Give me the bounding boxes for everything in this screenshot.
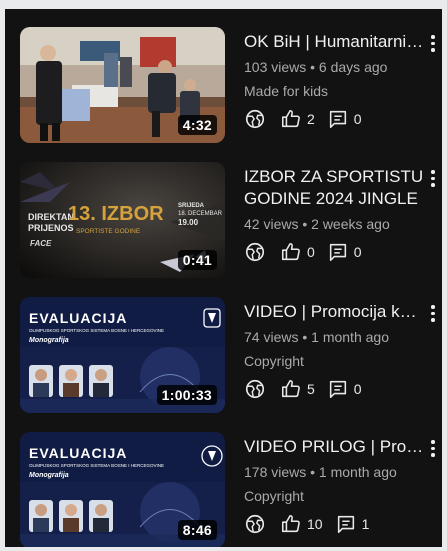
thumb-headline: EVALUACIJA [29, 310, 127, 326]
video-title[interactable]: OK BiH | Humanitarni koncert [244, 31, 424, 53]
video-duration: 1:00:33 [156, 385, 217, 405]
globe-icon [245, 109, 265, 129]
video-stats: 0 0 [244, 240, 424, 264]
video-thumbnail[interactable]: DIREKTAN PRIJENOS FACE 13. IZBOR SPORTIS… [20, 162, 225, 278]
thumbs-up-icon [281, 514, 300, 533]
video-title[interactable]: IZBOR ZA SPORTISTU GODINE 2024 JINGLE [244, 166, 424, 210]
like-count: 2 [307, 111, 315, 127]
comment-count: 0 [353, 244, 362, 260]
video-info: VIDEO PRILOG | Promocija 178 views • 1 m… [244, 436, 424, 536]
comment-icon [337, 515, 354, 534]
globe-icon [245, 514, 265, 534]
comment-count: 1 [361, 516, 370, 532]
more-vertical-icon[interactable] [426, 166, 440, 190]
video-thumbnail[interactable]: EVALUACIJA OLIMPIJSKOG SPORTSKOG SISTEMA… [20, 432, 225, 547]
video-list-panel: 4:32 OK BiH | Humanitarni koncert 103 vi… [5, 9, 442, 547]
video-thumbnail[interactable]: 4:32 [20, 27, 225, 143]
more-vertical-icon[interactable] [426, 436, 440, 460]
date-line-3: 19.00 [178, 218, 199, 227]
live-label-2: PRIJENOS [28, 223, 74, 233]
like-count: 5 [307, 381, 315, 397]
thumbs-up-icon [281, 109, 300, 128]
izbor-number: 13. IZBOR [68, 203, 164, 225]
video-meta: 42 views • 2 weeks ago [244, 216, 390, 232]
thumb-headline: EVALUACIJA [29, 445, 127, 461]
video-info: OK BiH | Humanitarni koncert 103 views •… [244, 31, 424, 131]
video-thumbnail[interactable]: EVALUACIJA OLIMPIJSKOG SPORTSKOG SISTEMA… [20, 297, 225, 413]
video-tag: Copyright [244, 353, 304, 369]
comment-icon [329, 110, 346, 129]
comment-icon [329, 380, 346, 399]
video-title[interactable]: VIDEO | Promocija knjige [244, 301, 424, 323]
comment-count: 0 [353, 111, 362, 127]
globe-icon [245, 379, 265, 399]
like-count: 0 [307, 244, 315, 260]
video-stats: 2 0 [244, 107, 424, 131]
live-label: DIREKTAN [28, 212, 74, 222]
video-duration: 4:32 [177, 115, 217, 135]
date-line-1: SRIJEDA [178, 203, 205, 209]
video-row[interactable]: EVALUACIJA OLIMPIJSKOG SPORTSKOG SISTEMA… [5, 297, 442, 423]
thumb-subtitle: OLIMPIJSKOG SPORTSKOG SISTEMA BOSNE I HE… [29, 463, 164, 468]
comment-count: 0 [353, 381, 362, 397]
like-count: 10 [307, 516, 323, 532]
video-meta: 178 views • 1 month ago [244, 464, 397, 480]
video-duration: 8:46 [177, 520, 217, 540]
video-info: VIDEO | Promocija knjige 74 views • 1 mo… [244, 301, 424, 401]
brand-logo-text: FACE [30, 239, 52, 248]
thumb-mono: Monografija [29, 337, 69, 344]
thumbs-up-icon [281, 242, 300, 261]
video-row[interactable]: EVALUACIJA OLIMPIJSKOG SPORTSKOG SISTEMA… [5, 432, 442, 547]
video-row[interactable]: 4:32 OK BiH | Humanitarni koncert 103 vi… [5, 27, 442, 153]
video-stats: 5 0 [244, 377, 424, 401]
globe-icon [245, 242, 265, 262]
video-meta: 103 views • 6 days ago [244, 59, 388, 75]
video-stats: 10 1 [244, 512, 424, 536]
thumb-mono: Monografija [29, 472, 69, 479]
video-row[interactable]: DIREKTAN PRIJENOS FACE 13. IZBOR SPORTIS… [5, 162, 442, 288]
video-tag: Made for kids [244, 83, 329, 99]
more-vertical-icon[interactable] [426, 301, 440, 325]
video-duration: 0:41 [177, 250, 217, 270]
video-title[interactable]: VIDEO PRILOG | Promocija [244, 436, 424, 458]
video-tag: Copyright [244, 488, 304, 504]
date-line-2: 18. DECEMBAR [178, 211, 223, 217]
video-info: IZBOR ZA SPORTISTU GODINE 2024 JINGLE 42… [244, 166, 424, 264]
thumb-subtitle: OLIMPIJSKOG SPORTSKOG SISTEMA BOSNE I HE… [29, 328, 164, 333]
thumbs-up-icon [281, 379, 300, 398]
comment-icon [329, 243, 346, 262]
izbor-subtitle: SPORTISTE GODINE [76, 228, 141, 235]
video-meta: 74 views • 1 month ago [244, 329, 389, 345]
more-vertical-icon[interactable] [426, 31, 440, 55]
